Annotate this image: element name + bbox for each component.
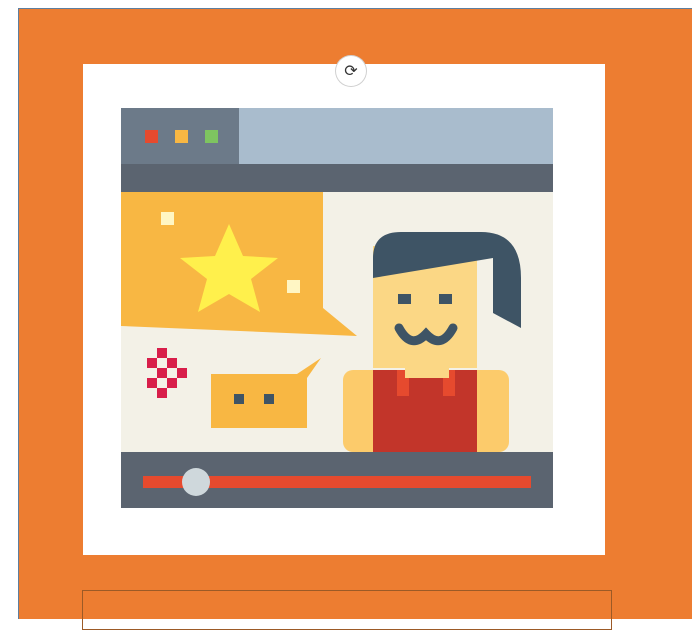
chat-dot-2 <box>264 394 274 404</box>
window-button-yellow <box>175 130 188 143</box>
progress-thumb <box>182 468 210 496</box>
sparkle-2 <box>287 280 300 293</box>
text-box-placeholder[interactable] <box>82 590 612 630</box>
person-eye-left <box>398 294 411 304</box>
window-button-green <box>205 130 218 143</box>
person-eye-right <box>439 294 452 304</box>
window-button-red <box>145 130 158 143</box>
browser-toolbar <box>121 164 553 192</box>
rotate-handle[interactable]: ⟳ <box>333 56 369 86</box>
video-streamer-illustration-icon[interactable] <box>121 108 553 508</box>
sparkle-1 <box>161 212 174 225</box>
person-shirt <box>373 370 477 452</box>
chat-dot-1 <box>234 394 244 404</box>
rotate-icon[interactable]: ⟳ <box>336 56 366 86</box>
